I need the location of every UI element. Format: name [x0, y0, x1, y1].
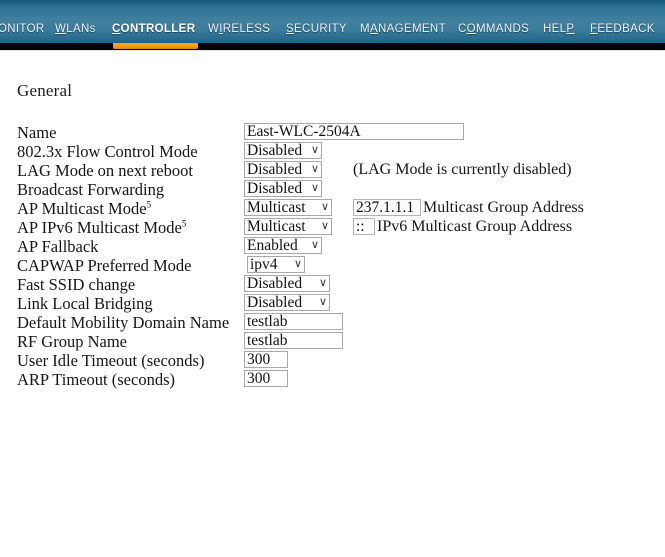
chevron-down-icon: ∨ [310, 239, 319, 251]
field-label: AP IPv6 Multicast Mode5 [17, 218, 187, 237]
field-label: AP Fallback [17, 237, 99, 256]
field-label: Name [17, 123, 57, 142]
dropdown-value: Multicast [247, 218, 306, 235]
dropdown-value: Multicast [247, 199, 306, 216]
nav-item-wireless[interactable]: WIRELESS [208, 23, 270, 35]
field-label: AP Multicast Mode5 [17, 199, 152, 218]
form-row: AP Fallback Enabled ∨ [0, 237, 665, 256]
form-row: 802.3x Flow Control Mode Disabled ∨ [0, 142, 665, 161]
input-rf-group-name[interactable]: testlab [244, 332, 343, 349]
form-row: User Idle Timeout (seconds) 300 [0, 351, 665, 370]
field-label: Default Mobility Domain Name [17, 313, 230, 332]
field-label: Fast SSID change [17, 275, 136, 294]
nav-item-wlans[interactable]: WLANs [55, 23, 96, 35]
input-multicast-group-address[interactable]: :: [353, 218, 375, 235]
form-row: AP IPv6 Multicast Mode5 Multicast ∨:: IPv6 … [0, 218, 665, 237]
dropdown-ap-multicast-mode[interactable]: Multicast ∨ [244, 199, 332, 216]
form-row: Default Mobility Domain Name testlab [0, 313, 665, 332]
content-area: General Name East-WLC-2504A 802.3x Flow Co… [0, 51, 665, 557]
nav-item-list: MONITOR WLANs CONTROLLER WIRELESS SECURITY MA… [0, 23, 665, 43]
chevron-down-icon: ∨ [320, 201, 329, 213]
input-name[interactable]: East-WLC-2504A [244, 123, 464, 140]
field-label: LAG Mode on next reboot [17, 161, 193, 180]
nav-accelerator-letter: F [590, 23, 598, 35]
dropdown-value: Disabled [247, 161, 303, 178]
multicast-group-address-caption: Multicast Group Address [423, 199, 584, 216]
input-default-mobility-domain-name[interactable]: testlab [244, 313, 343, 330]
chevron-down-icon: ∨ [318, 296, 327, 308]
dropdown-value: Enabled [247, 237, 298, 254]
dropdown-link-local-bridging[interactable]: Disabled ∨ [244, 294, 330, 311]
chevron-down-icon: ∨ [310, 144, 319, 156]
field-label: CAPWAP Preferred Mode [17, 256, 192, 275]
dropdown-lag-mode-on-next-reboot[interactable]: Disabled ∨ [244, 161, 322, 178]
form-row: AP Multicast Mode5 Multicast ∨ 237.1.1.1 Mul… [0, 199, 665, 218]
active-tab-indicator [113, 43, 198, 49]
nav-item-monitor[interactable]: MONITOR [0, 23, 45, 35]
nav-item-commands[interactable]: COMMANDS [458, 23, 529, 35]
chevron-down-icon: ∨ [318, 277, 327, 289]
nav-accelerator-letter: S [286, 23, 295, 35]
form-row: Name East-WLC-2504A [0, 123, 665, 142]
field-label: 802.3x Flow Control Mode [17, 142, 198, 161]
page-title: General [17, 81, 73, 100]
chevron-down-icon: ∨ [310, 163, 319, 175]
nav-accelerator-letter: I [219, 23, 223, 35]
nav-item-security[interactable]: SECURITY [286, 23, 347, 35]
chevron-down-icon: ∨ [293, 258, 302, 270]
form-row: Fast SSID change Disabled ∨ [0, 275, 665, 294]
field-label: RF Group Name [17, 332, 127, 351]
top-navigation-bar: MONITOR WLANs CONTROLLER WIRELESS SECURITY MA… [0, 0, 665, 43]
dropdown-ap-ipv6-multicast-mode[interactable]: Multicast ∨ [244, 218, 332, 235]
dropdown-value: Disabled [247, 294, 303, 311]
chevron-down-icon: ∨ [320, 220, 329, 232]
dropdown-ap-fallback[interactable]: Enabled ∨ [244, 237, 322, 254]
chevron-down-icon: ∨ [310, 182, 319, 194]
dropdown-value: Disabled [247, 275, 303, 292]
dropdown-fast-ssid-change[interactable]: Disabled ∨ [244, 275, 330, 292]
dropdown-value: Disabled [247, 180, 303, 197]
multicast-group-address-caption: IPv6 Multicast Group Address [377, 218, 573, 235]
nav-accelerator-letter: P [566, 23, 575, 35]
dropdown-capwap-preferred-mode[interactable]: ipv4 ∨ [247, 256, 305, 273]
input-user-idle-timeout-seconds-[interactable]: 300 [244, 351, 288, 368]
general-settings-form: Name East-WLC-2504A 802.3x Flow Control Mo… [0, 123, 665, 389]
nav-accelerator-letter: A [369, 23, 378, 35]
nav-accelerator-letter: W [55, 23, 67, 35]
field-label: User Idle Timeout (seconds) [17, 351, 205, 370]
dropdown-802-3x-flow-control-mode[interactable]: Disabled ∨ [244, 142, 322, 159]
form-row: CAPWAP Preferred Mode ipv4 ∨ [0, 256, 665, 275]
nav-bottom-strip [0, 43, 665, 50]
nav-item-help[interactable]: HELP [543, 23, 574, 35]
nav-item-controller[interactable]: CONTROLLER [112, 23, 195, 35]
form-row: ARP Timeout (seconds) 300 [0, 370, 665, 389]
field-label: ARP Timeout (seconds) [17, 370, 175, 389]
nav-item-feedback[interactable]: FEEDBACK [590, 23, 655, 35]
input-arp-timeout-seconds-[interactable]: 300 [244, 370, 288, 387]
footnote-marker: 5 [146, 199, 152, 210]
lag-mode-note: (LAG Mode is currently disabled) [353, 161, 572, 178]
form-row: Broadcast Forwarding Disabled ∨ [0, 180, 665, 199]
nav-item-management[interactable]: MANAGEMENT [360, 23, 446, 35]
nav-accelerator-letter: C [112, 23, 121, 35]
footnote-marker: 5 [181, 218, 187, 229]
input-multicast-group-address[interactable]: 237.1.1.1 [353, 199, 421, 216]
form-row: Link Local Bridging Disabled ∨ [0, 294, 665, 313]
dropdown-value: Disabled [247, 142, 303, 159]
form-row: LAG Mode on next reboot Disabled ∨ (LAG Mod… [0, 161, 665, 180]
dropdown-value: ipv4 [250, 256, 278, 273]
dropdown-broadcast-forwarding[interactable]: Disabled ∨ [244, 180, 322, 197]
field-label: Link Local Bridging [17, 294, 153, 313]
nav-accelerator-letter: O [466, 23, 476, 35]
form-row: RF Group Name testlab [0, 332, 665, 351]
field-label: Broadcast Forwarding [17, 180, 165, 199]
